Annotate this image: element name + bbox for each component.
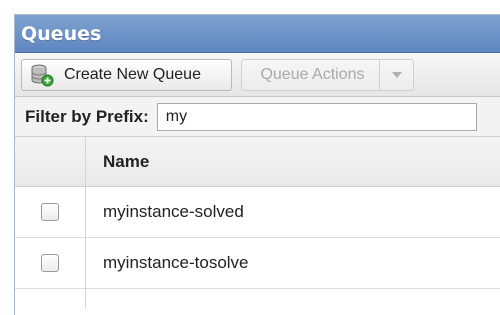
queue-actions-label: Queue Actions <box>260 65 365 83</box>
chevron-down-icon <box>391 71 402 78</box>
filter-prefix-input[interactable] <box>156 102 477 131</box>
panel-header: Queues <box>15 15 500 53</box>
table-filler-row <box>15 289 500 309</box>
filter-label: Filter by Prefix: <box>25 106 149 126</box>
database-add-icon <box>31 64 54 86</box>
row-select-cell <box>15 187 86 237</box>
row-select-cell <box>15 238 86 288</box>
table-header: Name <box>15 137 500 187</box>
panel-title: Queues <box>21 22 102 45</box>
queue-actions-button[interactable]: Queue Actions <box>241 58 414 91</box>
queue-name[interactable]: myinstance-solved <box>86 187 500 237</box>
filler-cell <box>15 289 86 309</box>
create-new-queue-label: Create New Queue <box>64 65 201 83</box>
table-row[interactable]: myinstance-tosolve <box>15 238 500 289</box>
queues-table: Name myinstance-solved myinstance-tosolv… <box>15 137 500 309</box>
queue-name[interactable]: myinstance-tosolve <box>86 238 500 288</box>
name-column-header[interactable]: Name <box>86 137 500 186</box>
table-row[interactable]: myinstance-solved <box>15 187 500 238</box>
filler-cell <box>86 289 500 309</box>
filter-bar: Filter by Prefix: <box>15 97 500 137</box>
create-new-queue-button[interactable]: Create New Queue <box>21 58 232 91</box>
select-column-header[interactable] <box>15 137 86 186</box>
queue-actions-dropdown[interactable] <box>379 59 413 90</box>
row-checkbox[interactable] <box>41 254 59 272</box>
toolbar: Create New Queue Queue Actions <box>15 53 500 97</box>
row-checkbox[interactable] <box>41 203 59 221</box>
queues-panel: Queues Create New Queue Queue Actions Fi… <box>14 14 500 315</box>
